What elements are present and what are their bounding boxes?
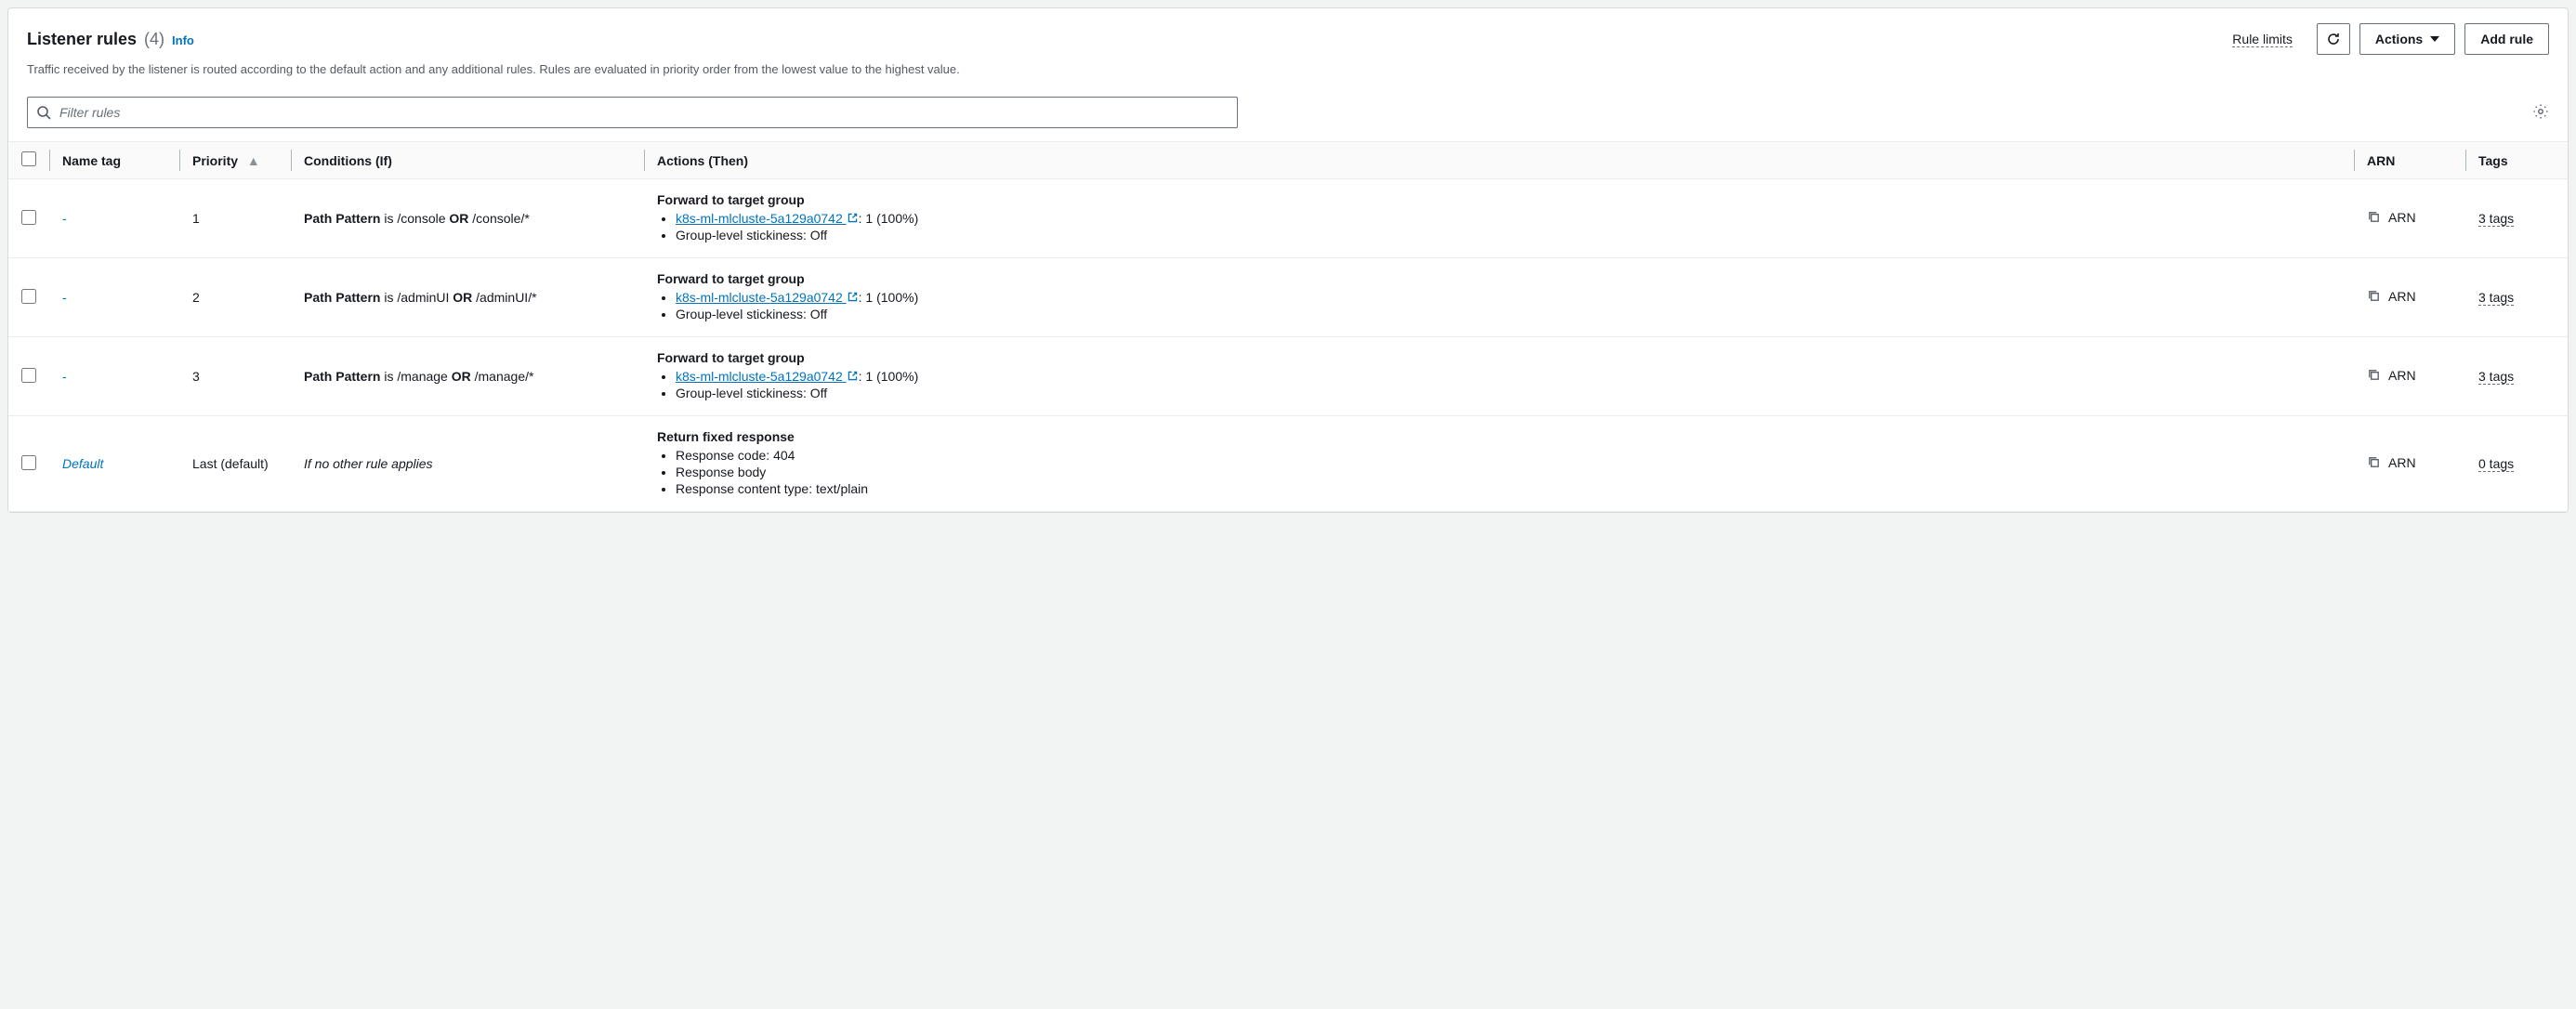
- row-select-checkbox[interactable]: [21, 368, 36, 383]
- arn-label: ARN: [2388, 455, 2416, 470]
- sort-asc-icon: ▲: [247, 153, 260, 168]
- copy-icon: [2367, 368, 2381, 382]
- row-select-checkbox[interactable]: [21, 289, 36, 304]
- actions-cell: Return fixed response Response code: 404 R…: [644, 416, 2354, 512]
- rule-name[interactable]: -: [62, 369, 67, 384]
- copy-icon: [2367, 210, 2381, 224]
- conditions-cell: Path Pattern is /adminUI OR /adminUI/*: [291, 258, 644, 337]
- rule-name-link[interactable]: Default: [62, 456, 103, 471]
- panel-description: Traffic received by the listener is rout…: [27, 62, 2549, 76]
- filter-input[interactable]: [27, 97, 1238, 128]
- row-select-checkbox[interactable]: [21, 210, 36, 225]
- target-group-link[interactable]: k8s-ml-mlcluste-5a129a0742: [676, 290, 859, 305]
- table-row: - 1Path Pattern is /console OR /console/*…: [8, 179, 2568, 258]
- actions-button[interactable]: Actions: [2359, 23, 2455, 55]
- settings-button[interactable]: [2532, 103, 2549, 123]
- conditions-cell: Path Pattern is /console OR /console/*: [291, 179, 644, 258]
- actions-button-label: Actions: [2375, 32, 2423, 46]
- actions-cell: Forward to target group k8s-ml-mlcluste-5…: [644, 337, 2354, 416]
- select-all-checkbox[interactable]: [21, 151, 36, 166]
- arn-copy[interactable]: ARN: [2367, 455, 2416, 470]
- conditions-cell: If no other rule applies: [291, 416, 644, 512]
- action-heading: Forward to target group: [657, 192, 2341, 207]
- copy-icon: [2367, 289, 2381, 303]
- external-link-icon: [847, 291, 859, 303]
- caret-down-icon: [2430, 36, 2439, 42]
- conditions-cell: Path Pattern is /manage OR /manage/*: [291, 337, 644, 416]
- table-row: Default Last (default)If no other rule ap…: [8, 416, 2568, 512]
- priority-cell: 1: [179, 179, 291, 258]
- actions-cell: Forward to target group k8s-ml-mlcluste-5…: [644, 258, 2354, 337]
- target-group-item: k8s-ml-mlcluste-5a129a0742 : 1 (100%): [676, 211, 2341, 226]
- rule-name[interactable]: -: [62, 211, 67, 226]
- target-suffix: : 1 (100%): [859, 369, 919, 384]
- arn-copy[interactable]: ARN: [2367, 289, 2416, 304]
- page-title: Listener rules: [27, 30, 137, 49]
- tags-link[interactable]: 3 tags: [2478, 369, 2514, 385]
- rules-count: (4): [144, 30, 164, 49]
- refresh-icon: [2326, 32, 2341, 46]
- response-type-item: Response content type: text/plain: [676, 481, 2341, 496]
- priority-cell: 3: [179, 337, 291, 416]
- column-header-priority[interactable]: Priority ▲: [179, 142, 291, 179]
- arn-label: ARN: [2388, 210, 2416, 225]
- refresh-button[interactable]: [2317, 23, 2350, 55]
- stickiness-item: Group-level stickiness: Off: [676, 228, 2341, 242]
- column-header-select: [8, 142, 49, 179]
- filter-row: [8, 87, 2568, 141]
- target-suffix: : 1 (100%): [859, 290, 919, 305]
- column-header-conditions[interactable]: Conditions (If): [291, 142, 644, 179]
- target-group-link[interactable]: k8s-ml-mlcluste-5a129a0742: [676, 369, 859, 384]
- table-row: -3Path Pattern is /manage OR /manage/*Fo…: [8, 337, 2568, 416]
- header-actions: Rule limits Actions Add rule: [2232, 23, 2549, 55]
- column-header-tags[interactable]: Tags: [2465, 142, 2568, 179]
- column-header-name[interactable]: Name tag: [49, 142, 179, 179]
- column-header-actions[interactable]: Actions (Then): [644, 142, 2354, 179]
- rule-name[interactable]: -: [62, 290, 67, 305]
- priority-cell: Last (default): [179, 416, 291, 512]
- gear-icon: [2532, 103, 2549, 120]
- arn-copy[interactable]: ARN: [2367, 368, 2416, 383]
- stickiness-item: Group-level stickiness: Off: [676, 307, 2341, 321]
- tags-link[interactable]: 3 tags: [2478, 290, 2514, 306]
- info-link[interactable]: Info: [172, 33, 194, 47]
- listener-rules-panel: Listener rules (4) Info Rule limits Acti…: [7, 7, 2569, 513]
- target-suffix: : 1 (100%): [859, 211, 919, 226]
- action-heading: Return fixed response: [657, 429, 2341, 444]
- response-code-item: Response code: 404: [676, 448, 2341, 463]
- tags-link[interactable]: 0 tags: [2478, 456, 2514, 472]
- target-group-item: k8s-ml-mlcluste-5a129a0742 : 1 (100%): [676, 290, 2341, 305]
- column-header-priority-label: Priority: [192, 153, 238, 168]
- arn-label: ARN: [2388, 368, 2416, 383]
- stickiness-item: Group-level stickiness: Off: [676, 386, 2341, 400]
- target-group-link[interactable]: k8s-ml-mlcluste-5a129a0742: [676, 211, 859, 226]
- target-group-item: k8s-ml-mlcluste-5a129a0742 : 1 (100%): [676, 369, 2341, 384]
- arn-copy[interactable]: ARN: [2367, 210, 2416, 225]
- arn-label: ARN: [2388, 289, 2416, 304]
- row-select-checkbox[interactable]: [21, 455, 36, 470]
- rule-limits-link[interactable]: Rule limits: [2232, 32, 2293, 47]
- action-heading: Forward to target group: [657, 350, 2341, 365]
- table-row: - 2Path Pattern is /adminUI OR /adminUI/*…: [8, 258, 2568, 337]
- column-header-arn[interactable]: ARN: [2354, 142, 2465, 179]
- action-heading: Forward to target group: [657, 271, 2341, 286]
- copy-icon: [2367, 455, 2381, 469]
- add-rule-button[interactable]: Add rule: [2464, 23, 2549, 55]
- search-icon: [36, 105, 51, 120]
- priority-cell: 2: [179, 258, 291, 337]
- response-body-item: Response body: [676, 465, 2341, 479]
- actions-cell: Forward to target group k8s-ml-mlcluste-5…: [644, 179, 2354, 258]
- panel-header: Listener rules (4) Info Rule limits Acti…: [8, 8, 2568, 87]
- rules-table: Name tag Priority ▲ Conditions (If) Acti…: [8, 141, 2568, 512]
- external-link-icon: [847, 370, 859, 382]
- tags-link[interactable]: 3 tags: [2478, 211, 2514, 227]
- external-link-icon: [847, 212, 859, 224]
